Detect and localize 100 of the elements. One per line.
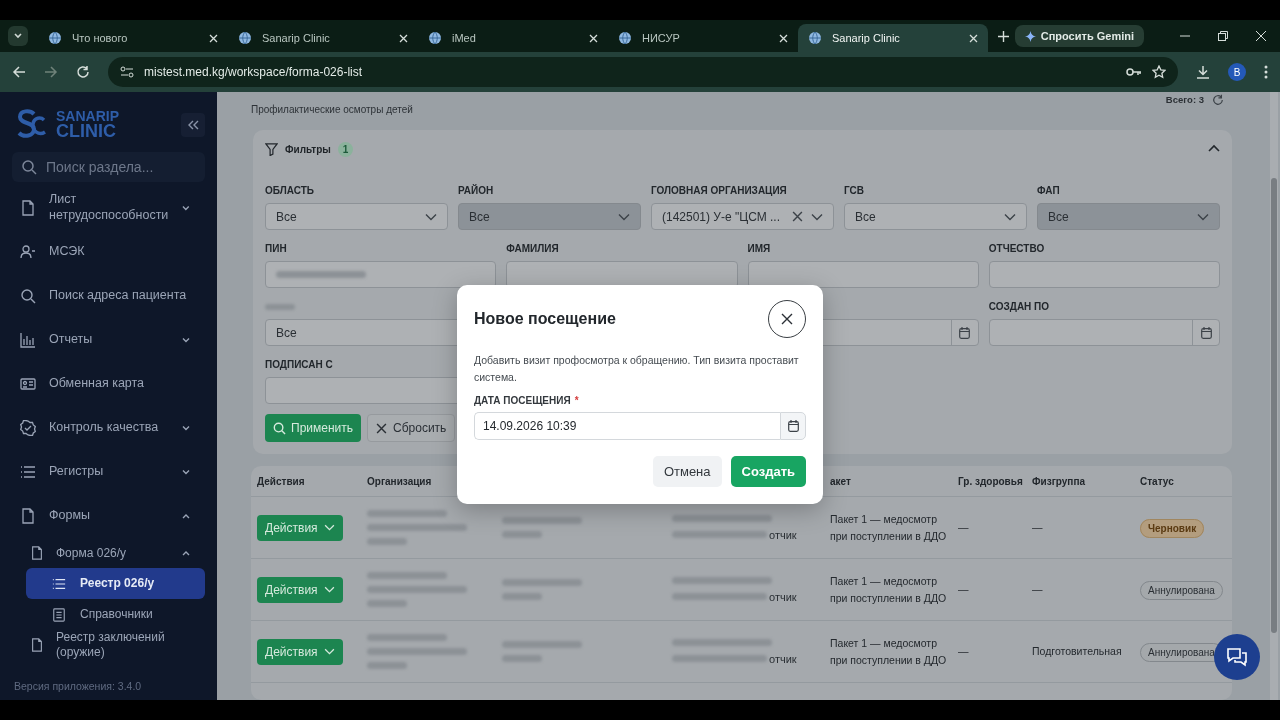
cancel-button[interactable]: Отмена	[652, 455, 722, 487]
forward-icon[interactable]	[44, 65, 58, 79]
download-icon[interactable]	[1196, 65, 1210, 79]
caret-icon	[425, 212, 437, 221]
table-cell-text: —	[1032, 520, 1044, 536]
input-field[interactable]	[265, 261, 497, 288]
more-icon[interactable]	[1264, 65, 1268, 79]
clear-icon[interactable]	[792, 211, 803, 222]
chevron-icon[interactable]	[181, 423, 191, 433]
dialog-text: Добавить визит профосмотра к обращению. Тип визита проставит система.	[474, 353, 800, 385]
globe-icon	[808, 31, 822, 45]
sidebar-item[interactable]: Контроль качества	[12, 406, 205, 450]
field-label: ОБЛАСТЬ	[265, 185, 315, 197]
address-field[interactable]: mistest.med.kg/workspace/forma-026-list	[108, 57, 1178, 87]
blurred-text	[367, 538, 407, 545]
field-label: ГОЛОВНАЯ ОРГАНИЗАЦИЯ	[651, 185, 788, 197]
caret-icon	[13, 31, 23, 41]
close-icon[interactable]	[969, 33, 978, 43]
field-label: ГСВ	[844, 185, 865, 197]
sidebar-item[interactable]: Регистры	[12, 450, 205, 494]
double-chevron-icon	[187, 120, 199, 130]
column-header: Статус	[1140, 475, 1175, 487]
sidebar-item[interactable]: Формы	[12, 494, 205, 538]
filter-icon	[265, 142, 278, 156]
sidebar-item[interactable]: Поиск адреса пациента	[12, 274, 205, 318]
reload-icon[interactable]	[76, 65, 90, 79]
sidebar-item-icon	[20, 244, 36, 260]
sidebar-item[interactable]: МСЭК	[12, 230, 205, 274]
select-field[interactable]: (142501) У-е "ЦСМ ...	[651, 203, 834, 230]
close-icon[interactable]	[209, 33, 218, 43]
field-label: ИМЯ	[747, 243, 772, 255]
select-field[interactable]: Все	[265, 203, 448, 230]
blurred-text	[502, 655, 542, 662]
sidebar-item[interactable]: Справочники	[26, 599, 205, 630]
gemini-button[interactable]: Спросить Gemini	[1014, 25, 1144, 47]
document-icon	[30, 546, 44, 560]
chevron-icon[interactable]	[181, 203, 191, 213]
profile-avatar[interactable]: B	[1228, 63, 1246, 81]
browser-tab[interactable]: Sanarip Clinic	[228, 24, 418, 52]
globe-icon	[618, 31, 632, 45]
globe-icon	[238, 31, 252, 45]
logo-text: CLINIC	[56, 123, 117, 141]
browser-tab[interactable]: НИСУР	[608, 24, 798, 52]
field-label: ОТЧЕСТВО	[988, 243, 1046, 255]
book-icon	[52, 607, 66, 622]
date-field[interactable]: 14.09.2026 10:39	[474, 411, 780, 440]
back-icon[interactable]	[12, 65, 26, 79]
new-tab-icon[interactable]	[998, 30, 1009, 42]
browser-tab[interactable]: Sanarip Clinic	[798, 24, 988, 52]
chat-icon	[1225, 646, 1249, 668]
chevron-icon[interactable]	[181, 335, 191, 345]
actions-button[interactable]: Действия	[257, 638, 343, 665]
column-header: акет	[830, 475, 852, 487]
calendar-button[interactable]	[780, 411, 806, 440]
sidebar-item-icon	[20, 376, 36, 392]
table-cell-text: —	[1032, 582, 1044, 598]
caret-icon	[811, 212, 823, 221]
close-icon[interactable]	[779, 33, 788, 43]
select-field[interactable]: Все	[844, 203, 1027, 230]
apply-button[interactable]: Применить	[265, 414, 361, 442]
calendar-icon	[787, 419, 799, 432]
table-cell-text: —	[958, 520, 970, 536]
sidebar-item[interactable]: Лист нетрудоспособности	[12, 186, 205, 230]
browser-tab[interactable]: Что нового	[38, 24, 228, 52]
reset-button[interactable]: Сбросить	[367, 414, 456, 442]
sidebar-item-icon	[20, 332, 36, 348]
blurred-text	[265, 304, 295, 310]
star-icon[interactable]	[1152, 65, 1166, 79]
actions-button[interactable]: Действия	[257, 576, 343, 603]
sidebar-item[interactable]: Отчеты	[12, 318, 205, 362]
search-icon	[273, 421, 286, 435]
key-icon[interactable]	[1126, 67, 1142, 77]
site-settings-icon[interactable]	[120, 66, 134, 78]
date-field[interactable]	[988, 319, 1220, 346]
field-label: ПИН	[265, 243, 288, 255]
input-field[interactable]	[988, 261, 1220, 288]
collapse-button[interactable]	[181, 113, 205, 137]
sidebar-item[interactable]: Реестр заключений (оружие)	[12, 630, 205, 660]
table-cell-text: Пакет 1 — медосмотр при поступлении в ДДО	[830, 573, 948, 606]
chat-button[interactable]	[1214, 634, 1260, 680]
refresh-icon[interactable]	[1212, 94, 1224, 106]
actions-button[interactable]: Действия	[257, 514, 343, 541]
filter-count: 1	[337, 141, 354, 157]
close-icon[interactable]	[1256, 31, 1266, 41]
close-button[interactable]	[768, 300, 806, 338]
filter-title: Фильтры	[285, 143, 331, 155]
input-field[interactable]	[747, 261, 979, 288]
browser-tab[interactable]: iMed	[418, 24, 608, 52]
required-mark: *	[574, 394, 579, 406]
table-cell: отчик	[769, 528, 797, 541]
document-icon	[30, 638, 44, 652]
sidebar-item[interactable]: Реестр 026/у	[26, 568, 205, 599]
tab-list-button[interactable]	[8, 26, 28, 46]
close-icon[interactable]	[589, 33, 598, 43]
search-field[interactable]: Поиск раздела...	[12, 152, 205, 182]
close-icon[interactable]	[399, 33, 408, 43]
restore-icon[interactable]	[1218, 31, 1228, 41]
sidebar-item[interactable]: Форма 026/у	[12, 538, 205, 568]
sidebar-item[interactable]: Обменная карта	[12, 362, 205, 406]
chevron-icon[interactable]	[181, 467, 191, 477]
